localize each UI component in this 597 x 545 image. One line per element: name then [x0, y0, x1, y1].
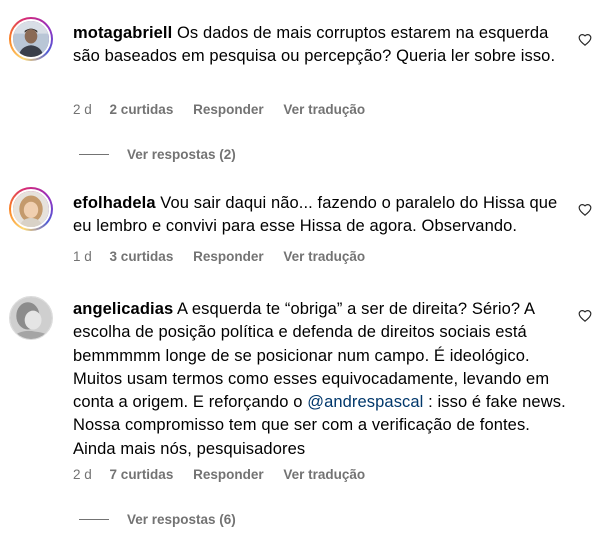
avatar[interactable]: [9, 187, 53, 231]
comment-timestamp: 2 d: [73, 102, 92, 117]
heart-outline-icon[interactable]: [578, 309, 592, 323]
comment-username[interactable]: motagabriell: [73, 24, 172, 42]
comment-text: efolhadela Vou sair daqui não... fazendo…: [73, 192, 573, 239]
comment-meta: 2 d 2 curtidas Responder Ver tradução: [73, 102, 381, 117]
reply-button[interactable]: Responder: [193, 467, 264, 482]
see-translation-button[interactable]: Ver tradução: [283, 467, 365, 482]
avatar-image: [10, 297, 52, 339]
view-replies-button[interactable]: Ver respostas (2): [79, 147, 236, 162]
comment-username[interactable]: efolhadela: [73, 194, 156, 212]
avatar-image: [11, 189, 51, 229]
avatar-image: [11, 19, 51, 59]
likes-count[interactable]: 3 curtidas: [110, 249, 174, 264]
view-replies-label: Ver respostas (2): [127, 147, 236, 162]
comment-text: motagabriell Os dados de mais corruptos …: [73, 22, 573, 69]
comment-username[interactable]: angelicadias: [73, 300, 173, 318]
mention-link[interactable]: @andrespascal: [307, 393, 423, 411]
heart-outline-icon[interactable]: [578, 203, 592, 217]
see-translation-button[interactable]: Ver tradução: [283, 249, 365, 264]
comment-timestamp: 2 d: [73, 467, 92, 482]
view-replies-label: Ver respostas (6): [127, 512, 236, 527]
reply-button[interactable]: Responder: [193, 249, 264, 264]
replies-divider-line: [79, 153, 109, 155]
avatar[interactable]: [9, 17, 53, 61]
heart-outline-icon[interactable]: [578, 33, 592, 47]
likes-count[interactable]: 7 curtidas: [110, 467, 174, 482]
comment-text: angelicadias A esquerda te “obriga” a se…: [73, 298, 573, 461]
avatar[interactable]: [9, 296, 53, 340]
comment-timestamp: 1 d: [73, 249, 92, 264]
view-replies-button[interactable]: Ver respostas (6): [79, 512, 236, 527]
likes-count[interactable]: 2 curtidas: [110, 102, 174, 117]
reply-button[interactable]: Responder: [193, 102, 264, 117]
replies-divider-line: [79, 518, 109, 520]
comment-meta: 2 d 7 curtidas Responder Ver tradução: [73, 467, 381, 482]
comment-meta: 1 d 3 curtidas Responder Ver tradução: [73, 249, 381, 264]
see-translation-button[interactable]: Ver tradução: [283, 102, 365, 117]
